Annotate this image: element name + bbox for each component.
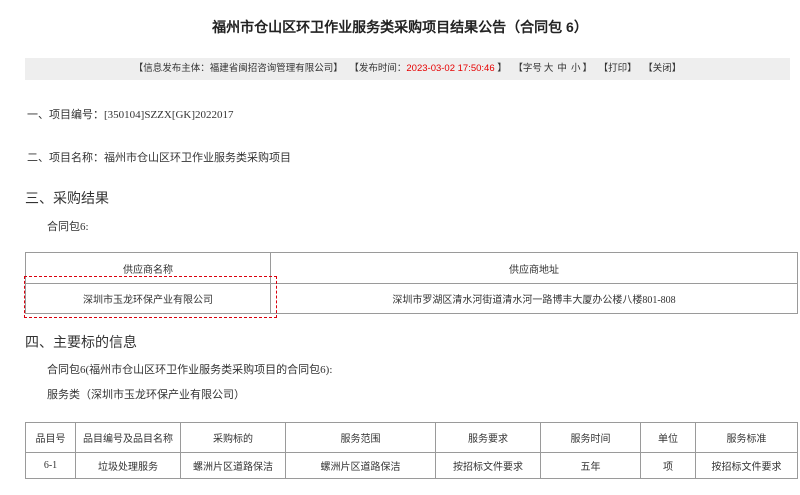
item-no-cell: 6-1 — [25, 452, 76, 479]
supplier-table: 供应商名称 供应商地址 深圳市玉龙环保产业有限公司 深圳市罗湖区清水河街道清水河… — [25, 252, 798, 314]
result-contract-label: 合同包6: — [47, 221, 89, 233]
supplier-name-cell: 深圳市玉龙环保产业有限公司 — [25, 283, 271, 314]
project-name: 二、项目名称：福州市仓山区环卫作业服务类采购项目 — [27, 152, 291, 164]
font-size-prefix: 【字号 — [513, 63, 542, 74]
header-service-scope: 服务范围 — [285, 422, 436, 453]
table-header-row: 品目号 品目编号及品目名称 采购标的 服务范围 服务要求 服务时间 单位 服务标… — [25, 422, 798, 453]
main-subject-heading: 四、主要标的信息 — [25, 336, 137, 351]
project-number: 一、项目编号：[350104]SZZX[GK]2022017 — [27, 109, 234, 121]
font-size-large-link[interactable]: 大 — [544, 63, 554, 74]
header-procurement-target: 采购标的 — [180, 422, 286, 453]
procurement-result-heading: 三、采购结果 — [25, 192, 109, 207]
info-bar: 【信息发布主体：福建省闽招咨询管理有限公司】 【发布时间：2023-03-02 … — [25, 58, 790, 80]
print-link[interactable]: 【打印】 — [599, 63, 637, 74]
table-row: 6-1 垃圾处理服务 螺洲片区道路保洁 螺洲片区道路保洁 按招标文件要求 五年 … — [25, 452, 798, 479]
subject-category: 服务类（深圳市玉龙环保产业有限公司） — [47, 389, 245, 401]
header-item-code-name: 品目编号及品目名称 — [75, 422, 181, 453]
unit-cell: 项 — [640, 452, 696, 479]
font-size-medium-link[interactable]: 中 — [557, 63, 567, 74]
service-standard-cell: 按招标文件要求 — [695, 452, 798, 479]
page-title: 福州市仓山区环卫作业服务类采购项目结果公告（合同包 6） — [212, 19, 588, 35]
close-link[interactable]: 【关闭】 — [643, 63, 681, 74]
publish-time-info: 【发布时间：2023-03-02 17:50:46 】 — [349, 63, 506, 74]
supplier-address-cell: 深圳市罗湖区清水河街道清水河一路博丰大厦办公楼八楼801-808 — [270, 283, 798, 314]
table-header-row: 供应商名称 供应商地址 — [25, 252, 798, 284]
service-period-cell: 五年 — [540, 452, 641, 479]
font-size-small-link[interactable]: 小 — [571, 63, 581, 74]
service-scope-cell: 螺洲片区道路保洁 — [285, 452, 436, 479]
item-code-name-cell: 垃圾处理服务 — [75, 452, 181, 479]
header-service-requirement: 服务要求 — [435, 422, 541, 453]
header-service-period: 服务时间 — [540, 422, 641, 453]
font-size-suffix: 】 — [582, 63, 592, 74]
header-item-no: 品目号 — [25, 422, 76, 453]
subject-table: 品目号 品目编号及品目名称 采购标的 服务范围 服务要求 服务时间 单位 服务标… — [25, 422, 798, 479]
publisher-info: 【信息发布主体：福建省闽招咨询管理有限公司】 — [133, 63, 343, 74]
header-supplier-name: 供应商名称 — [25, 252, 271, 284]
header-service-standard: 服务标准 — [695, 422, 798, 453]
table-row: 深圳市玉龙环保产业有限公司 深圳市罗湖区清水河街道清水河一路博丰大厦办公楼八楼8… — [25, 283, 798, 314]
procurement-target-cell: 螺洲片区道路保洁 — [180, 452, 286, 479]
header-supplier-address: 供应商地址 — [270, 252, 798, 284]
subject-contract-desc: 合同包6(福州市仓山区环卫作业服务类采购项目的合同包6): — [47, 364, 333, 376]
publish-time-value: 2023-03-02 17:50:46 — [406, 63, 495, 74]
header-unit: 单位 — [640, 422, 696, 453]
publish-time-prefix: 【发布时间： — [349, 63, 407, 74]
service-requirement-cell: 按招标文件要求 — [435, 452, 541, 479]
publish-time-suffix: 】 — [494, 63, 507, 74]
font-size-switcher: 【字号大中小】 — [513, 63, 592, 74]
